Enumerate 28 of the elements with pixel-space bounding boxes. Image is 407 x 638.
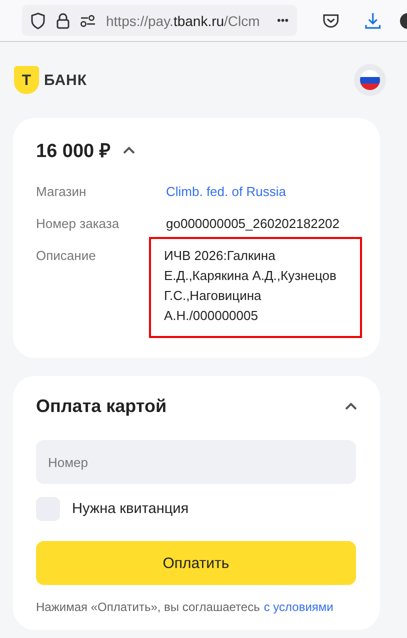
lock-icon xyxy=(56,12,70,30)
detail-label: Номер заказа xyxy=(36,215,120,233)
chevron-icon[interactable] xyxy=(344,402,358,410)
download-icon[interactable] xyxy=(364,12,382,30)
terms-link[interactable]: с условиями xyxy=(264,600,334,614)
profile-icon[interactable] xyxy=(399,12,407,30)
detail-label: Магазин xyxy=(36,183,88,201)
checkbox-label: Нужна квитанция xyxy=(72,501,189,517)
chevron-icon[interactable] xyxy=(122,146,136,154)
amount: 16 000 ₽ xyxy=(36,140,110,163)
section-title: Оплата картой xyxy=(36,396,167,416)
url-text: https://pay.tbank.ru/Clcm xyxy=(106,12,261,28)
flag-icon xyxy=(360,70,380,90)
pocket-icon[interactable] xyxy=(322,12,340,28)
terms-text: Нажимая «Оплатить», вы соглашаетесь xyxy=(36,600,260,614)
detail-value: ИЧВ 2026:Галкина Е.Д.,Карякина А.Д.,Кузнецов Г.С.,Наговицина А.Н./000000005 xyxy=(164,248,336,323)
logo-text: БАНК xyxy=(44,72,88,88)
logo-shield: Т xyxy=(14,66,39,94)
shield-icon xyxy=(30,12,46,30)
detail-value: go000000005_260202182202 xyxy=(166,216,340,231)
shop-link[interactable]: Climb. fed. of Russia xyxy=(166,184,286,199)
more-menu[interactable]: ••• xyxy=(277,14,289,26)
language-button[interactable] xyxy=(354,64,386,96)
card-number-field[interactable]: Номер xyxy=(36,440,356,484)
detail-label: Описание xyxy=(36,247,97,265)
sliders-icon[interactable] xyxy=(80,14,96,28)
address-bar[interactable]: https://pay.tbank.ru/Clcm ••• xyxy=(22,5,297,36)
pay-button[interactable]: Оплатить xyxy=(36,541,356,585)
